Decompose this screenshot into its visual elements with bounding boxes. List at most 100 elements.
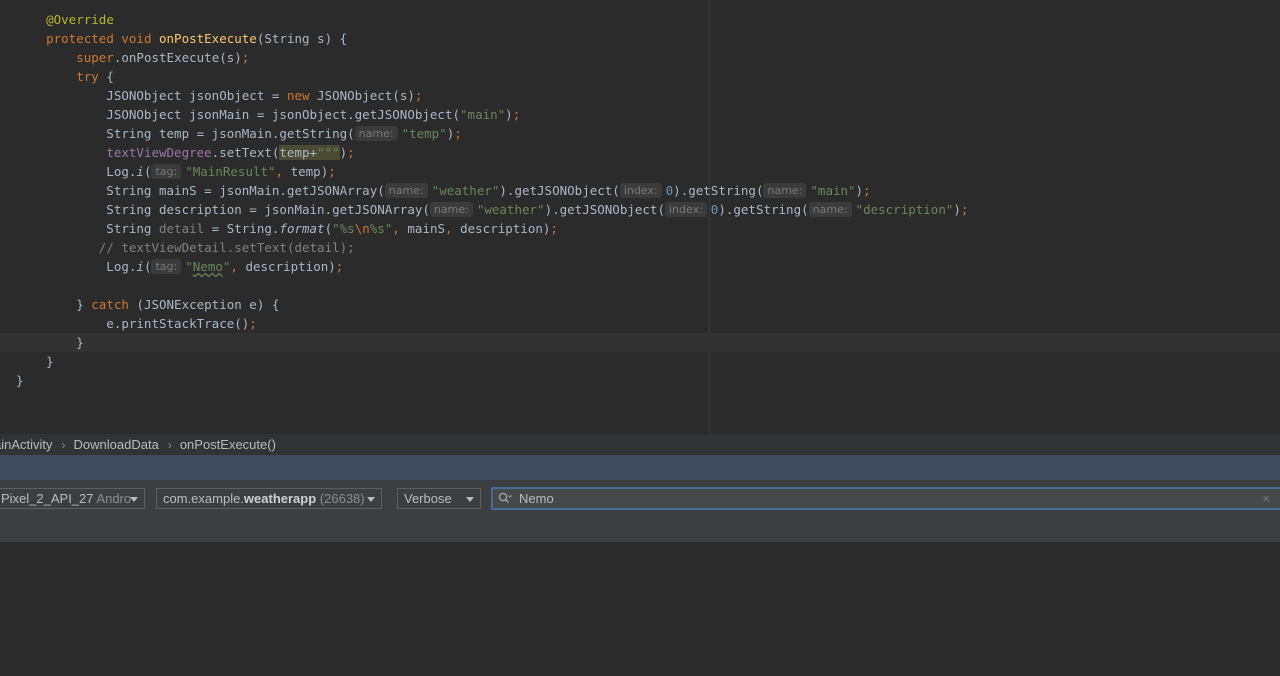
code-token: String — [16, 221, 159, 236]
code-token: } — [16, 354, 54, 369]
code-token: JSONObject(s) — [317, 88, 415, 103]
code-token: catch — [91, 297, 137, 312]
code-token: "weather" — [476, 202, 545, 217]
code-line[interactable]: String description = jsonMain.getJSONArr… — [0, 200, 1280, 219]
code-token: super — [76, 50, 114, 65]
code-line[interactable]: JSONObject jsonMain = jsonObject.getJSON… — [0, 105, 1280, 124]
process-app-name: weatherapp — [243, 491, 317, 506]
breadcrumb-item-mainactivity[interactable]: ainActivity — [0, 437, 53, 452]
code-token: i — [136, 259, 144, 274]
code-token: format — [279, 221, 325, 236]
code-line[interactable]: JSONObject jsonObject = new JSONObject(s… — [0, 86, 1280, 105]
code-token: .setText( — [211, 145, 280, 160]
logcat-search-input[interactable] — [519, 489, 1239, 508]
parameter-hint: tag: — [151, 259, 182, 274]
code-token: ) — [505, 107, 513, 122]
code-token: String description = jsonMain.getJSONArr… — [16, 202, 430, 217]
code-token: String temp = jsonMain.getString( — [16, 126, 355, 141]
device-suffix: Andro — [96, 491, 132, 506]
code-token: , — [230, 259, 246, 274]
code-token: ; — [863, 183, 871, 198]
parameter-hint: index: — [619, 183, 662, 198]
clear-search-icon[interactable]: × — [1262, 490, 1270, 507]
code-line[interactable]: String temp = jsonMain.getString(name: "t… — [0, 124, 1280, 143]
logcat-panel-header — [0, 455, 1280, 480]
code-token: "°" — [317, 145, 340, 160]
code-token: (JSONException e) { — [136, 297, 280, 312]
code-token: textViewDegree — [106, 145, 212, 160]
code-line[interactable]: String detail = String.format("%s\n%s", … — [0, 219, 1280, 238]
logcat-output-area[interactable] — [0, 542, 1280, 676]
process-package-prefix: com.example. — [163, 491, 244, 506]
code-editor[interactable]: @Override protected void onPostExecute(S… — [0, 0, 1280, 434]
code-token: ).getJSONObject( — [544, 202, 665, 217]
code-line[interactable]: } — [0, 352, 1280, 371]
code-line[interactable]: try { — [0, 67, 1280, 86]
code-token: temp+ — [279, 145, 318, 160]
code-token: .onPostExecute(s) — [113, 50, 242, 65]
code-token: ; — [241, 50, 250, 65]
code-token: Log. — [16, 164, 137, 179]
code-token: ; — [512, 107, 521, 122]
code-line[interactable]: e.printStackTrace(); — [0, 314, 1280, 333]
code-token: ( — [143, 164, 152, 179]
code-token: ; — [960, 202, 969, 217]
code-line[interactable]: super.onPostExecute(s); — [0, 48, 1280, 67]
code-line[interactable]: textViewDegree.setText(temp+"°"); — [0, 143, 1280, 162]
chevron-down-icon — [130, 497, 138, 502]
parameter-hint: name: — [354, 126, 398, 141]
code-line[interactable]: Log.i(tag: "Nemo", description); — [0, 257, 1280, 276]
code-token: ) — [855, 183, 864, 198]
code-token: "MainResult" — [185, 164, 276, 179]
parameter-hint: name: — [429, 202, 473, 217]
parameter-hint: name: — [384, 183, 428, 198]
code-line[interactable]: String mainS = jsonMain.getJSONArray(nam… — [0, 181, 1280, 200]
logcat-search-box[interactable]: × — [491, 487, 1280, 510]
code-token: onPostExecute — [159, 31, 257, 46]
code-token: (String s) { — [256, 31, 348, 46]
code-token: , — [445, 221, 461, 236]
search-icon[interactable] — [498, 492, 512, 505]
code-token: ).getJSONObject( — [499, 183, 620, 198]
code-line[interactable]: } — [0, 333, 1280, 352]
code-token: " — [185, 259, 193, 274]
code-token: \n — [354, 221, 370, 236]
parameter-hint: index: — [664, 202, 707, 217]
process-pid: (26638) — [319, 491, 365, 506]
code-line[interactable]: @Override — [0, 10, 1280, 29]
code-line[interactable]: // textViewDetail.setText(detail); — [0, 238, 1280, 257]
code-token: mainS — [407, 221, 446, 236]
code-token: ( — [324, 221, 333, 236]
code-token: { — [106, 69, 114, 84]
code-token: ; — [249, 316, 257, 331]
device-selector-dropdown[interactable]: Pixel_2_API_27 Andro — [0, 488, 145, 509]
code-token: } — [16, 373, 24, 388]
code-token: "main" — [810, 183, 856, 198]
code-line[interactable] — [0, 276, 1280, 295]
log-level-value: Verbose — [404, 491, 452, 506]
code-token: "temp" — [401, 126, 447, 141]
process-selector-dropdown[interactable]: com.example.weatherapp (26638) — [156, 488, 382, 509]
code-token: , — [392, 221, 408, 236]
code-line[interactable]: } catch (JSONException e) { — [0, 295, 1280, 314]
breadcrumb-separator-icon: › — [167, 437, 172, 452]
code-token: // textViewDetail.setText(detail); — [98, 240, 355, 255]
code-line[interactable]: } — [0, 371, 1280, 390]
logcat-toolbar: Pixel_2_API_27 Andro com.example.weather… — [0, 480, 1280, 542]
code-line[interactable]: protected void onPostExecute(String s) { — [0, 29, 1280, 48]
code-token: @Override — [46, 12, 114, 27]
breadcrumb-item-onpostexecute[interactable]: onPostExecute() — [180, 437, 276, 452]
code-token: "weather" — [431, 183, 500, 198]
code-token: "description" — [855, 202, 954, 217]
code-line[interactable]: Log.i(tag: "MainResult", temp); — [0, 162, 1280, 181]
breadcrumb-item-downloaddata[interactable]: DownloadData — [74, 437, 159, 452]
log-level-dropdown[interactable]: Verbose — [397, 488, 481, 509]
code-token: ).getString( — [718, 202, 809, 217]
code-token: ; — [414, 88, 423, 103]
chevron-down-icon — [466, 497, 474, 502]
